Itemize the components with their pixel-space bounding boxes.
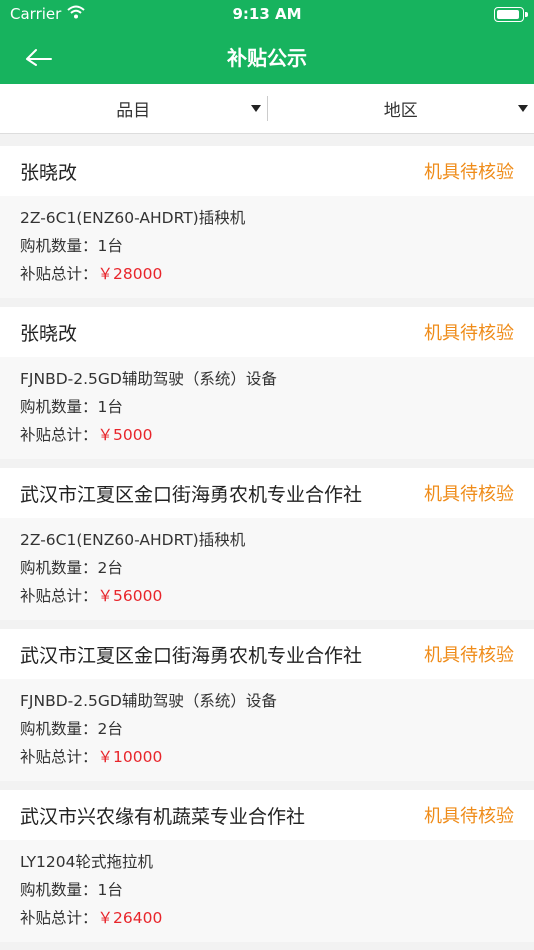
filter-category-dropdown[interactable]: 品目	[0, 84, 267, 133]
quantity-label: 购机数量：	[20, 237, 98, 255]
caret-down-icon	[250, 105, 261, 112]
quantity-label: 购机数量：	[20, 559, 98, 577]
quantity-value: 1台	[97, 398, 123, 416]
subsidy-list: 张晓改 机具待核验 2Z-6C1(ENZ60-AHDRT)插秧机 购机数量：1台…	[0, 146, 534, 950]
subsidy-amount: ￥28000	[97, 265, 163, 283]
nav-bar: 补贴公示	[0, 28, 534, 84]
subsidy-card[interactable]: 武汉市兴农缘有机蔬菜专业合作社 机具待核验 LY1204轮式拖拉机 购机数量：1…	[0, 790, 534, 942]
quantity-row: 购机数量：2台	[20, 554, 514, 582]
status-badge: 机具待核验	[424, 645, 514, 666]
quantity-label: 购机数量：	[20, 881, 98, 899]
machine-name: FJNBD-2.5GD辅助驾驶（系统）设备	[20, 692, 277, 710]
quantity-value: 2台	[97, 720, 123, 738]
subsidy-card[interactable]: 武汉市江夏区金口街海勇农机专业合作社 机具待核验 FJNBD-2.5GD辅助驾驶…	[0, 629, 534, 781]
quantity-label: 购机数量：	[20, 720, 98, 738]
subsidy-amount: ￥10000	[97, 748, 163, 766]
caret-down-icon	[518, 105, 528, 112]
quantity-value: 1台	[97, 237, 123, 255]
filter-bar: 品目 地区	[0, 84, 534, 134]
status-badge: 机具待核验	[424, 162, 514, 183]
subsidy-row: 补贴总计：￥28000	[20, 260, 514, 288]
applicant-name: 张晓改	[20, 322, 78, 345]
status-badge: 机具待核验	[424, 806, 514, 827]
filter-category-label: 品目	[116, 101, 151, 121]
machine-name: FJNBD-2.5GD辅助驾驶（系统）设备	[20, 370, 277, 388]
subsidy-label: 补贴总计：	[20, 748, 98, 766]
subsidy-card[interactable]: 张晓改 机具待核验 FJNBD-2.5GD辅助驾驶（系统）设备 购机数量：1台 …	[0, 307, 534, 459]
subsidy-card[interactable]: 张晓改 机具待核验 2Z-6C1(ENZ60-AHDRT)插秧机 购机数量：1台…	[0, 146, 534, 298]
status-badge: 机具待核验	[424, 323, 514, 344]
applicant-name: 武汉市江夏区金口街海勇农机专业合作社	[20, 644, 363, 667]
subsidy-label: 补贴总计：	[20, 265, 98, 283]
quantity-value: 1台	[97, 881, 123, 899]
subsidy-amount: ￥5000	[97, 426, 153, 444]
filter-region-label: 地区	[383, 101, 418, 121]
subsidy-label: 补贴总计：	[20, 587, 98, 605]
subsidy-label: 补贴总计：	[20, 426, 98, 444]
status-badge: 机具待核验	[424, 484, 514, 505]
subsidy-row: 补贴总计：￥26400	[20, 904, 514, 932]
subsidy-amount: ￥26400	[97, 909, 163, 927]
quantity-row: 购机数量：2台	[20, 715, 514, 743]
applicant-name: 武汉市兴农缘有机蔬菜专业合作社	[20, 805, 306, 828]
subsidy-row: 补贴总计：￥10000	[20, 743, 514, 771]
page-title: 补贴公示	[227, 46, 307, 70]
quantity-value: 2台	[97, 559, 123, 577]
applicant-name: 武汉市江夏区金口街海勇农机专业合作社	[20, 483, 363, 506]
quantity-row: 购机数量：1台	[20, 876, 514, 904]
app-header: Carrier 9:13 AM 补贴公示	[0, 0, 534, 84]
quantity-label: 购机数量：	[20, 398, 98, 416]
filter-region-dropdown[interactable]: 地区	[268, 84, 534, 133]
machine-name: LY1204轮式拖拉机	[20, 853, 153, 871]
subsidy-amount: ￥56000	[97, 587, 163, 605]
battery-icon	[494, 7, 528, 22]
subsidy-row: 补贴总计：￥56000	[20, 582, 514, 610]
subsidy-row: 补贴总计：￥5000	[20, 421, 514, 449]
subsidy-card[interactable]: 武汉市江夏区金口街海勇农机专业合作社 机具待核验 2Z-6C1(ENZ60-AH…	[0, 468, 534, 620]
machine-name: 2Z-6C1(ENZ60-AHDRT)插秧机	[20, 209, 246, 227]
machine-name: 2Z-6C1(ENZ60-AHDRT)插秧机	[20, 531, 246, 549]
quantity-row: 购机数量：1台	[20, 232, 514, 260]
status-bar: Carrier 9:13 AM	[0, 0, 534, 28]
status-time: 9:13 AM	[232, 5, 302, 23]
applicant-name: 张晓改	[20, 161, 78, 184]
quantity-row: 购机数量：1台	[20, 393, 514, 421]
subsidy-label: 补贴总计：	[20, 909, 98, 927]
